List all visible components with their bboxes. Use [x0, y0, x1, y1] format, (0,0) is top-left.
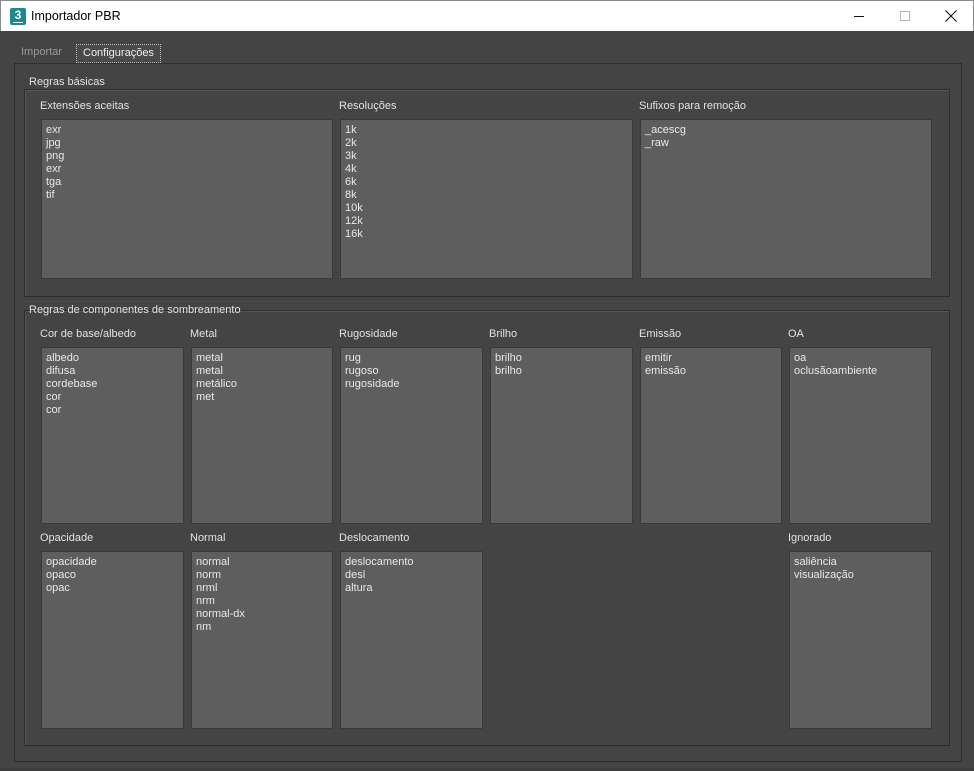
list-item[interactable]: saliência	[794, 556, 927, 569]
list-item[interactable]: 3k	[345, 150, 628, 163]
ignored-label: Ignorado	[788, 532, 832, 544]
displacement-label: Deslocamento	[339, 532, 410, 544]
tab-configuracoes[interactable]: Configurações	[76, 44, 161, 63]
base-color-label: Cor de base/albedo	[40, 328, 137, 340]
ao-label: OA	[788, 328, 804, 340]
displacement-list[interactable]: deslocamento desl altura	[340, 551, 483, 729]
opacity-label: Opacidade	[40, 532, 94, 544]
list-item[interactable]: 6k	[345, 176, 628, 189]
list-item[interactable]: rugosidade	[345, 378, 478, 391]
list-item[interactable]: albedo	[46, 352, 179, 365]
list-item[interactable]: 16k	[345, 228, 628, 241]
ignored-list[interactable]: saliência visualização	[789, 551, 932, 729]
list-item[interactable]: 4k	[345, 163, 628, 176]
list-item[interactable]: deslocamento	[345, 556, 478, 569]
list-item[interactable]: tga	[46, 176, 328, 189]
list-item[interactable]: oclusãoambiente	[794, 365, 927, 378]
list-item[interactable]: _raw	[645, 137, 927, 150]
roughness-list[interactable]: rug rugoso rugosidade	[340, 347, 483, 524]
metal-label: Metal	[190, 328, 217, 340]
extensions-label: Extensões aceitas	[40, 100, 130, 112]
list-item[interactable]: 2k	[345, 137, 628, 150]
list-item[interactable]: rug	[345, 352, 478, 365]
normal-list[interactable]: normal norm nrml nrm normal-dx nm	[191, 551, 333, 729]
list-item[interactable]: emissão	[645, 365, 777, 378]
list-item[interactable]: cor	[46, 391, 179, 404]
list-item[interactable]: _acescg	[645, 124, 927, 137]
app-icon: 3	[10, 8, 26, 25]
close-button[interactable]	[928, 1, 974, 31]
extensions-list[interactable]: exr jpg png exr tga tif	[41, 119, 333, 279]
minimize-icon	[854, 15, 864, 17]
roughness-label: Rugosidade	[339, 328, 398, 340]
list-item[interactable]: exr	[46, 163, 328, 176]
emission-label: Emissão	[639, 328, 682, 340]
title-bar: 3 Importador PBR	[0, 0, 974, 31]
list-item[interactable]: met	[196, 391, 328, 404]
list-item[interactable]: nm	[196, 621, 328, 634]
list-item[interactable]: rugoso	[345, 365, 478, 378]
list-item[interactable]: emitir	[645, 352, 777, 365]
minimize-button[interactable]	[836, 1, 882, 31]
list-item[interactable]: opac	[46, 582, 179, 595]
base-color-list[interactable]: albedo difusa cordebase cor cor	[41, 347, 184, 524]
list-item[interactable]: desl	[345, 569, 478, 582]
list-item[interactable]: 10k	[345, 202, 628, 215]
list-item[interactable]: metal	[196, 352, 328, 365]
list-item[interactable]: opacidade	[46, 556, 179, 569]
list-item[interactable]: 1k	[345, 124, 628, 137]
maximize-button[interactable]	[882, 1, 928, 31]
resolutions-label: Resoluções	[339, 100, 397, 112]
suffixes-label: Sufixos para remoção	[639, 100, 746, 112]
list-item[interactable]: visualização	[794, 569, 927, 582]
tab-importar[interactable]: Importar	[15, 44, 68, 63]
list-item[interactable]: png	[46, 150, 328, 163]
emission-list[interactable]: emitir emissão	[640, 347, 782, 524]
shading-rules-title: Regras de componentes de sombreamento	[29, 304, 241, 316]
list-item[interactable]: 12k	[345, 215, 628, 228]
window-title: Importador PBR	[31, 9, 121, 23]
metal-list[interactable]: metal metal metálico met	[191, 347, 333, 524]
list-item[interactable]: metal	[196, 365, 328, 378]
gloss-label: Brilho	[489, 328, 518, 340]
list-item[interactable]: metálico	[196, 378, 328, 391]
close-icon	[945, 10, 957, 22]
normal-label: Normal	[190, 532, 226, 544]
list-item[interactable]: 8k	[345, 189, 628, 202]
resolutions-list[interactable]: 1k 2k 3k 4k 6k 8k 10k 12k 16k	[340, 119, 633, 279]
list-item[interactable]: tif	[46, 189, 328, 202]
maximize-icon	[900, 11, 910, 21]
list-item[interactable]: nrml	[196, 582, 328, 595]
ao-list[interactable]: oa oclusãoambiente	[789, 347, 932, 524]
list-item[interactable]: difusa	[46, 365, 179, 378]
opacity-list[interactable]: opacidade opaco opac	[41, 551, 184, 729]
gloss-list[interactable]: brilho brilho	[490, 347, 633, 524]
list-item[interactable]: nrm	[196, 595, 328, 608]
list-item[interactable]: brilho	[495, 352, 628, 365]
list-item[interactable]: normal	[196, 556, 328, 569]
list-item[interactable]: oa	[794, 352, 927, 365]
suffixes-list[interactable]: _acescg _raw	[640, 119, 932, 279]
list-item[interactable]: cor	[46, 404, 179, 417]
list-item[interactable]: exr	[46, 124, 328, 137]
list-item[interactable]: altura	[345, 582, 478, 595]
list-item[interactable]: cordebase	[46, 378, 179, 391]
list-item[interactable]: normal-dx	[196, 608, 328, 621]
list-item[interactable]: jpg	[46, 137, 328, 150]
list-item[interactable]: norm	[196, 569, 328, 582]
list-item[interactable]: brilho	[495, 365, 628, 378]
list-item[interactable]: opaco	[46, 569, 179, 582]
basic-rules-title: Regras básicas	[29, 76, 105, 88]
